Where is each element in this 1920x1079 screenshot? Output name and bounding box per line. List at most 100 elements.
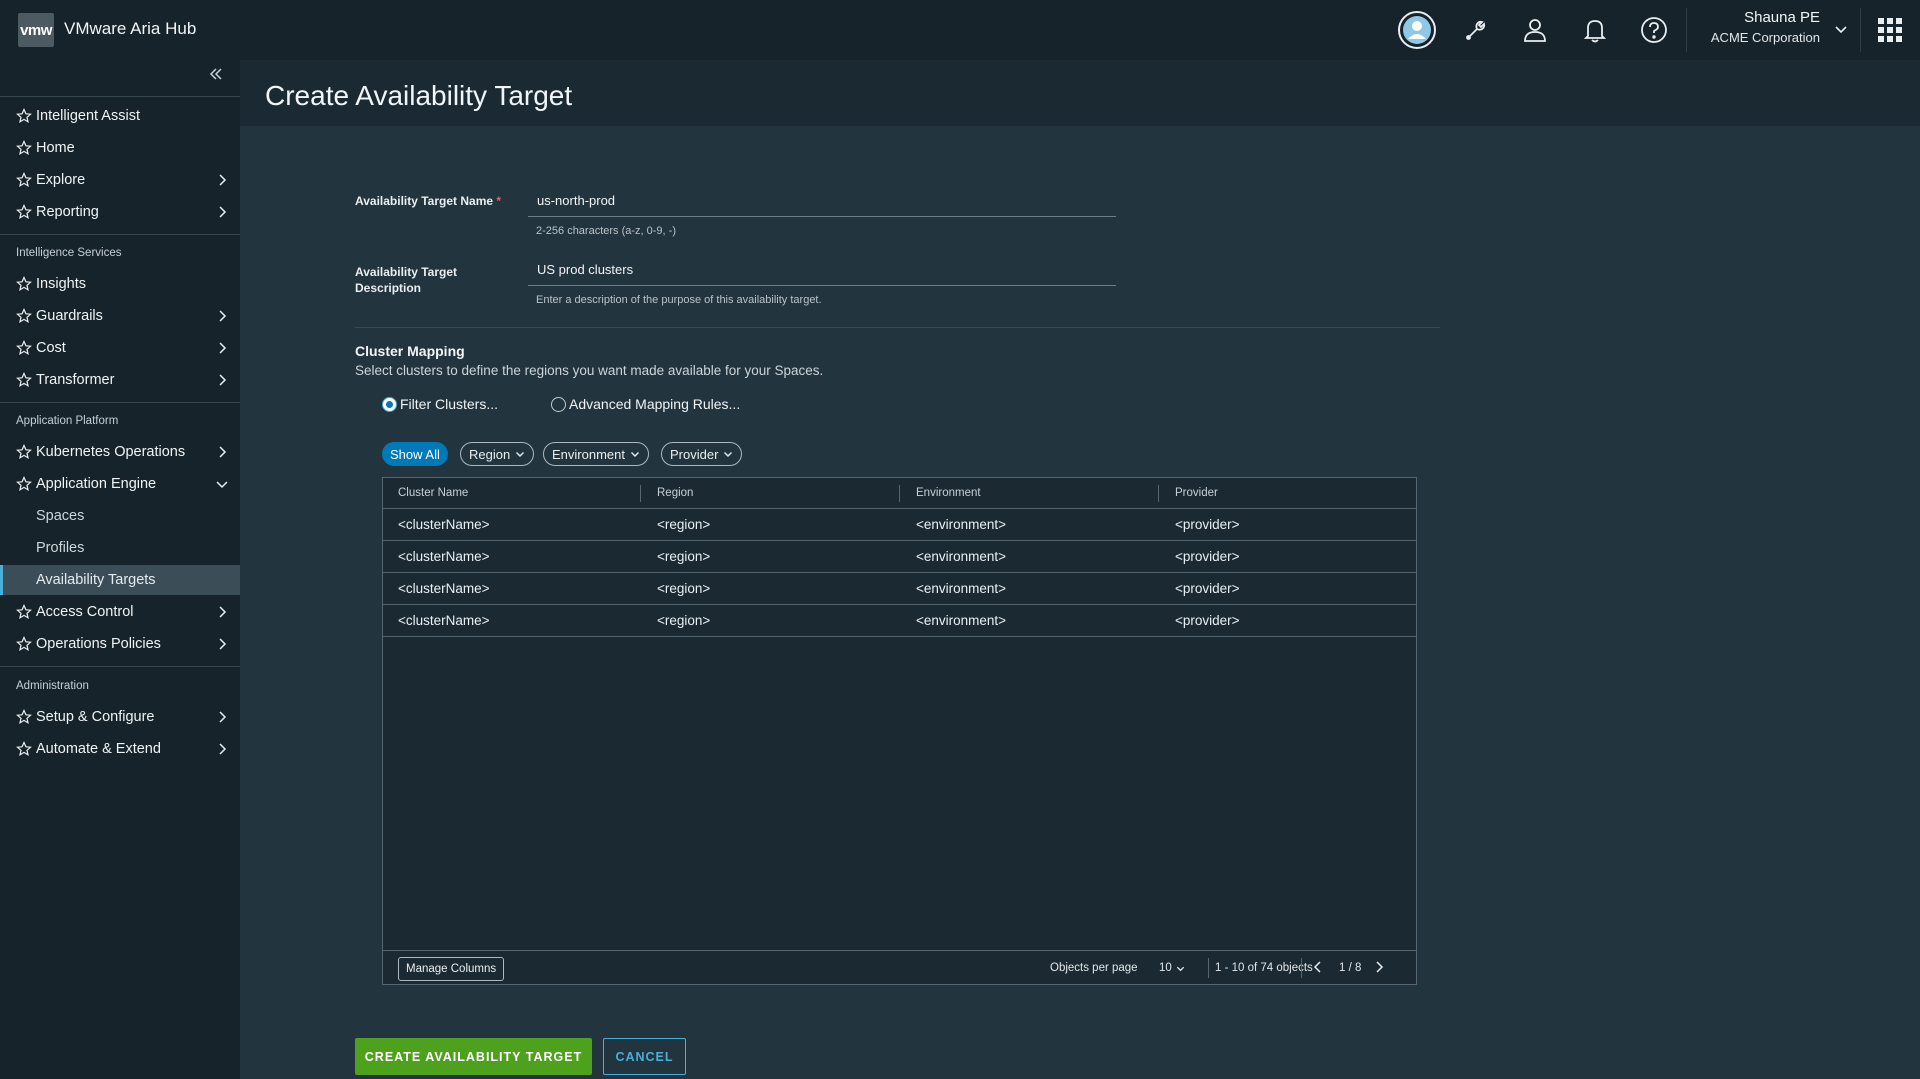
chevron-down-icon[interactable]	[1834, 22, 1848, 41]
star-icon	[16, 741, 32, 757]
sidebar-item-access-control[interactable]: Access Control	[0, 597, 240, 627]
star-icon	[16, 340, 32, 356]
sidebar-item-intelligent-assist[interactable]: Intelligent Assist	[0, 101, 240, 131]
datagrid-footer: Manage Columns Objects per page 10 1 - 1…	[383, 950, 1416, 984]
sidebar-item-label: Explore	[36, 172, 86, 188]
header-separator	[1686, 8, 1687, 52]
sidebar-item-label: Guardrails	[36, 308, 103, 324]
app-header: vmw VMware Aria Hub Shauna PE ACME Corpo…	[0, 0, 1920, 60]
sidebar-item-reporting[interactable]: Reporting	[0, 197, 240, 227]
column-header-region[interactable]: Region	[657, 487, 693, 499]
sidebar-item-kubernetes-operations[interactable]: Kubernetes Operations	[0, 437, 240, 467]
chevron-left-icon[interactable]	[1312, 961, 1324, 973]
sidebar-subitem-spaces[interactable]: Spaces	[0, 501, 240, 531]
nav-divider	[0, 666, 240, 667]
sidebar-item-label: Intelligent Assist	[36, 108, 140, 124]
description-label-line2: Description	[355, 281, 422, 295]
star-icon	[16, 604, 32, 620]
cancel-button[interactable]: CANCEL	[603, 1038, 686, 1075]
sidebar-item-guardrails[interactable]: Guardrails	[0, 301, 240, 331]
sidebar-item-application-engine[interactable]: Application Engine	[0, 469, 240, 499]
vmw-logo[interactable]: vmw	[18, 13, 54, 47]
apps-grid-icon[interactable]	[1878, 18, 1902, 42]
chevron-right-icon	[219, 446, 227, 458]
column-header-environment[interactable]: Environment	[916, 487, 981, 499]
sidebar-item-home[interactable]: Home	[0, 133, 240, 163]
cell-provider: <provider>	[1175, 549, 1240, 564]
radio-selected-icon[interactable]	[382, 396, 397, 412]
availability-target-name-input[interactable]: us-north-prod	[528, 190, 1116, 217]
wrench-icon[interactable]	[1456, 10, 1496, 50]
page-size-value: 10	[1159, 962, 1172, 974]
star-icon	[16, 108, 32, 124]
table-row[interactable]: <clusterName> <region> <environment> <pr…	[383, 509, 1416, 541]
sidebar-item-transformer[interactable]: Transformer	[0, 365, 240, 395]
create-availability-target-button[interactable]: CREATE AVAILABILITY TARGET	[355, 1038, 592, 1075]
bell-icon[interactable]	[1575, 10, 1615, 50]
app-title[interactable]: VMware Aria Hub	[64, 19, 196, 39]
availability-target-description-input[interactable]: US prod clusters	[528, 259, 1116, 286]
section-divider	[355, 327, 1440, 328]
column-separator[interactable]	[1158, 485, 1159, 502]
sidebar-item-insights[interactable]: Insights	[0, 269, 240, 299]
star-icon	[16, 444, 32, 460]
avatar-icon[interactable]	[1397, 10, 1437, 50]
sidebar-item-setup-configure[interactable]: Setup & Configure	[0, 702, 240, 732]
cluster-mapping-description: Select clusters to define the regions yo…	[355, 363, 824, 378]
chevron-right-icon	[219, 638, 227, 650]
cell-cluster-name: <clusterName>	[398, 581, 490, 596]
table-row[interactable]: <clusterName> <region> <environment> <pr…	[383, 573, 1416, 605]
sidebar-item-label: Access Control	[36, 604, 134, 620]
chevron-down-icon	[630, 452, 639, 457]
star-icon	[16, 636, 32, 652]
radio-filter-clusters[interactable]: Filter Clusters...	[382, 396, 498, 412]
user-menu[interactable]: Shauna PE ACME Corporation	[1690, 9, 1820, 45]
chevron-right-icon	[219, 743, 227, 755]
cell-cluster-name: <clusterName>	[398, 613, 490, 628]
sidebar-item-cost[interactable]: Cost	[0, 333, 240, 363]
pagination-range-text: 1 - 10 of 74 objects	[1215, 962, 1313, 974]
page-size-select[interactable]: 10	[1159, 962, 1185, 974]
footer-separator	[1301, 958, 1302, 978]
environment-filter-chip[interactable]: Environment	[543, 442, 649, 466]
sidebar-item-label: Automate & Extend	[36, 741, 161, 757]
column-header-provider[interactable]: Provider	[1175, 487, 1218, 499]
user-icon[interactable]	[1515, 10, 1555, 50]
radio-unselected-icon[interactable]	[551, 396, 566, 412]
cell-environment: <environment>	[916, 613, 1007, 628]
help-icon[interactable]	[1634, 10, 1674, 50]
page-title: Create Availability Target	[265, 80, 573, 111]
sidebar-subitem-availability-targets[interactable]: Availability Targets	[0, 565, 240, 595]
sidebar-item-automate-extend[interactable]: Automate & Extend	[0, 734, 240, 764]
table-row[interactable]: <clusterName> <region> <environment> <pr…	[383, 541, 1416, 573]
sidebar-item-explore[interactable]: Explore	[0, 165, 240, 195]
sidebar-subitem-profiles[interactable]: Profiles	[0, 533, 240, 563]
table-row[interactable]: <clusterName> <region> <environment> <pr…	[383, 605, 1416, 637]
sidebar-item-label: Kubernetes Operations	[36, 444, 186, 460]
nav-group-title: Application Platform	[16, 415, 119, 427]
star-icon	[16, 308, 32, 324]
chevron-right-icon[interactable]	[1373, 961, 1385, 973]
chevron-right-icon	[219, 206, 227, 218]
double-chevron-left-icon[interactable]	[206, 66, 226, 86]
radio-advanced-mapping[interactable]: Advanced Mapping Rules...	[551, 396, 740, 412]
nav-divider	[0, 402, 240, 403]
star-icon	[16, 276, 32, 292]
column-separator[interactable]	[640, 485, 641, 502]
provider-filter-chip[interactable]: Provider	[661, 442, 743, 466]
chevron-right-icon	[219, 374, 227, 386]
chevron-right-icon	[219, 174, 227, 186]
sidebar-item-operations-policies[interactable]: Operations Policies	[0, 629, 240, 659]
show-all-chip[interactable]: Show All	[382, 442, 448, 466]
manage-columns-button[interactable]: Manage Columns	[398, 957, 505, 981]
required-mark: *	[496, 194, 502, 208]
column-header-cluster-name[interactable]: Cluster Name	[398, 487, 468, 499]
cell-region: <region>	[657, 549, 711, 564]
chevron-right-icon	[219, 310, 227, 322]
cell-provider: <provider>	[1175, 581, 1240, 596]
region-filter-chip[interactable]: Region	[460, 442, 535, 466]
header-separator	[1860, 8, 1861, 52]
cell-provider: <provider>	[1175, 517, 1240, 532]
nav-divider	[0, 96, 240, 97]
column-separator[interactable]	[899, 485, 900, 502]
